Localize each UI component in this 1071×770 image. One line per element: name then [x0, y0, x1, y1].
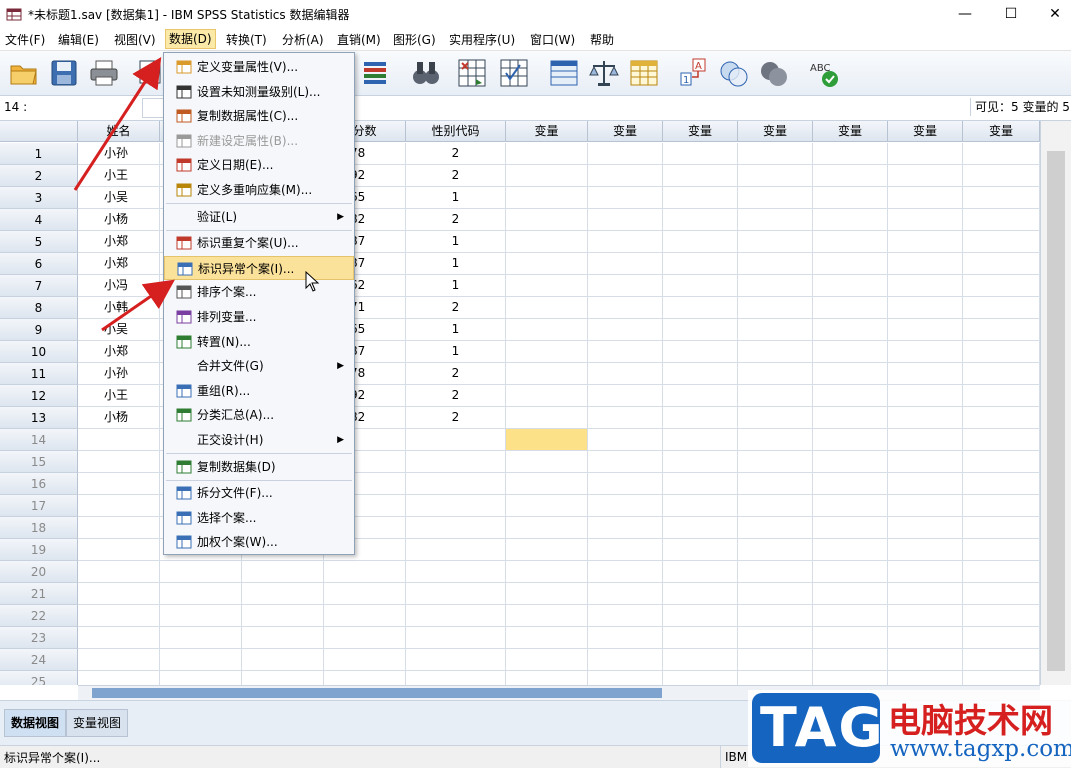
watermark-url: www.tagxp.com — [890, 736, 1071, 762]
arrow-to-unusual-cases — [101, 279, 175, 332]
annotation-arrows — [73, 56, 320, 332]
watermark: TAG 电脑技术网 www.tagxp.com — [748, 690, 1071, 767]
arrow-to-data-menu — [73, 56, 162, 191]
mouse-cursor-icon — [305, 270, 320, 292]
watermark-logo-text: TAG — [760, 696, 885, 759]
watermark-site-name: 电脑技术网 — [888, 701, 1053, 740]
